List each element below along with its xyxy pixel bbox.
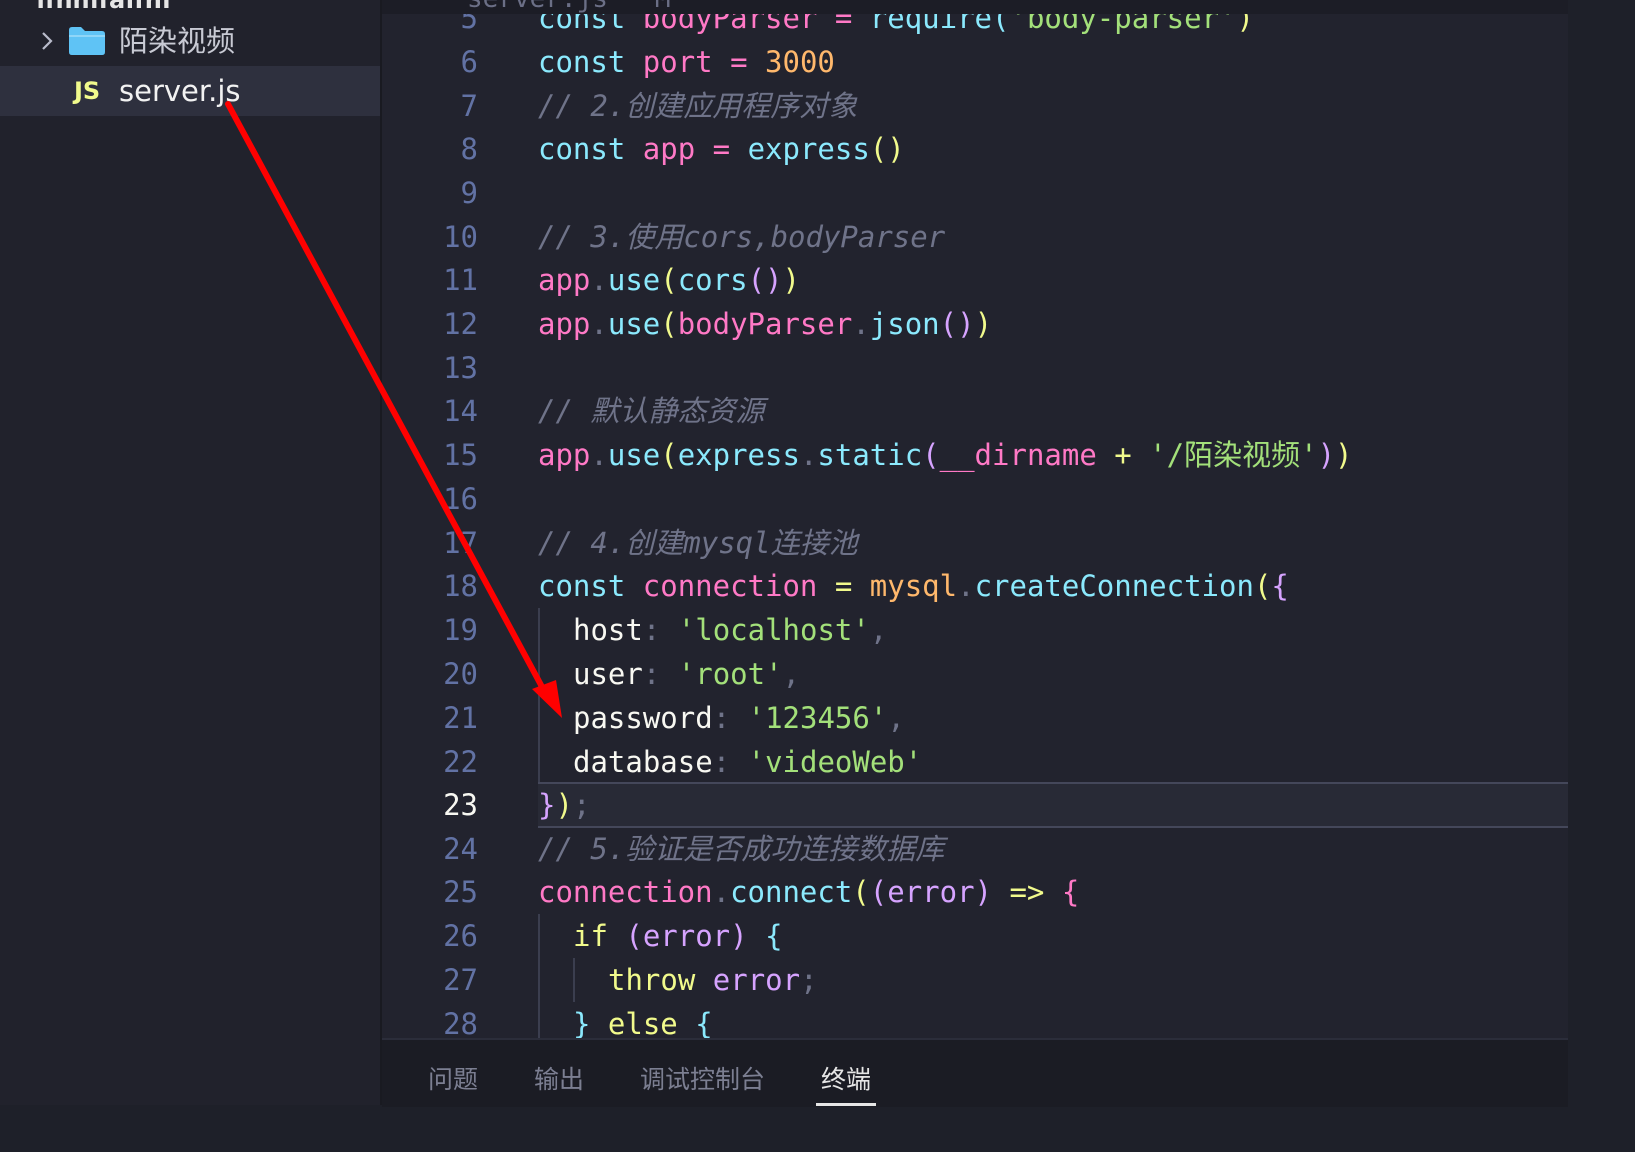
current-line-highlight (538, 782, 1568, 828)
code-line-21: password: '123456', (573, 701, 905, 735)
line-number: 20 (443, 657, 478, 691)
code-line-10: // 3.使用cors,bodyParser (538, 220, 946, 254)
line-number: 27 (443, 963, 478, 997)
line-number: 14 (443, 394, 478, 428)
folder-icon (69, 27, 105, 55)
code-line-26: if (error) { (573, 919, 783, 953)
line-number: 22 (443, 745, 478, 779)
bottom-panel: 问题 输出 调试控制台 终端 (382, 1038, 1568, 1107)
line-number: 13 (443, 351, 478, 385)
indent-guide (538, 914, 540, 1038)
editor-tab-title[interactable]: server.js · M (467, 0, 671, 14)
code-line-22: database: 'videoWeb' (573, 745, 923, 779)
code-line-25: connection.connect((error) => { (538, 875, 1080, 909)
code-line-24: // 5.验证是否成功连接数据库 (538, 832, 945, 866)
explorer-file-item[interactable]: JS server.js (0, 66, 380, 116)
code-line-12: app.use(bodyParser.json()) (538, 307, 993, 341)
active-tab-indicator (816, 1103, 876, 1106)
line-number: 7 (460, 89, 478, 123)
line-number: 23 (443, 788, 478, 822)
explorer-cut-header: ffhhffaffhf (36, 0, 173, 14)
line-number: 16 (443, 482, 478, 516)
indent-guide (573, 958, 575, 1002)
line-number: 11 (443, 263, 478, 297)
line-number: 17 (443, 526, 478, 560)
line-number: 26 (443, 919, 478, 953)
code-line-18: const connection = mysql.createConnectio… (538, 569, 1289, 603)
code-editor[interactable]: 5 6 7 8 9 10 11 12 13 14 15 16 17 18 19 20 21 22 23 24 25 26 2… (382, 0, 1568, 1038)
code-line-17: // 4.创建mysql连接池 (538, 526, 858, 560)
code-line-28: } else { (573, 1007, 713, 1038)
line-number: 24 (443, 832, 478, 866)
line-number: 25 (443, 875, 478, 909)
line-number: 10 (443, 220, 478, 254)
line-number: 15 (443, 438, 478, 472)
tab-terminal[interactable]: 终端 (821, 1060, 871, 1096)
line-number: 28 (443, 1007, 478, 1038)
code-line-11: app.use(cors()) (538, 263, 800, 297)
editor-tab-strip[interactable]: server.js · M (382, 0, 1568, 14)
chevron-right-icon[interactable] (36, 30, 58, 52)
code-line-7: // 2.创建应用程序对象 (538, 89, 858, 123)
tab-output[interactable]: 输出 (534, 1060, 584, 1096)
folder-label: 陌染视频 (119, 24, 236, 58)
line-number: 12 (443, 307, 478, 341)
code-line-27: throw error; (608, 963, 818, 997)
tab-problems[interactable]: 问题 (428, 1060, 478, 1096)
code-line-23: }); (538, 788, 591, 822)
line-number: 21 (443, 701, 478, 735)
javascript-file-icon: JS (74, 77, 101, 105)
line-number: 6 (460, 45, 478, 79)
code-line-8: const app = express() (538, 132, 905, 166)
file-label: server.js (119, 74, 241, 108)
code-line-20: user: 'root', (573, 657, 801, 691)
line-number: 19 (443, 613, 478, 647)
line-number: 18 (443, 569, 478, 603)
explorer-folder-item[interactable]: 陌染视频 (0, 16, 380, 66)
indent-guide (538, 608, 540, 782)
code-line-6: const port = 3000 (538, 45, 835, 79)
code-line-15: app.use(express.static(__dirname + '/陌染视… (538, 438, 1353, 472)
code-line-14: // 默认静态资源 (538, 394, 765, 428)
line-number: 9 (460, 176, 478, 210)
tab-debug-console[interactable]: 调试控制台 (640, 1060, 765, 1096)
line-number: 8 (460, 132, 478, 166)
code-line-19: host: 'localhost', (573, 613, 888, 647)
explorer-sidebar: ffhhffaffhf 陌染视频 JS server.js (0, 0, 380, 1105)
